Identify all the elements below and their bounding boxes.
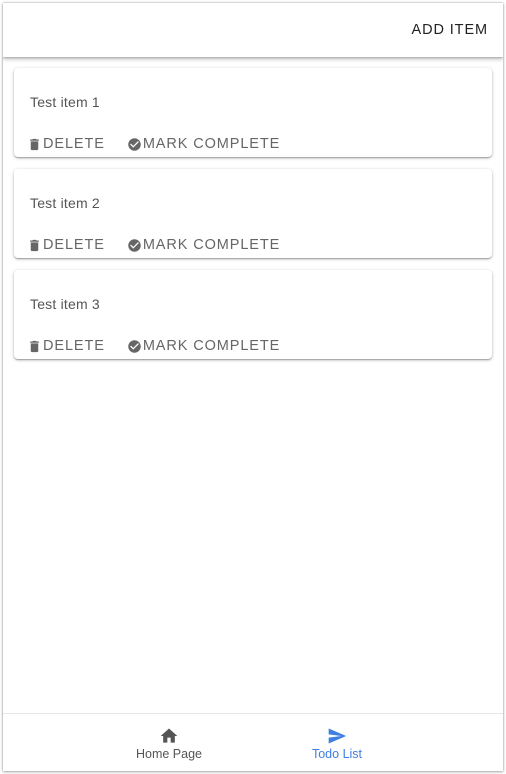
- home-icon: [159, 726, 179, 746]
- todo-item-text: Test item 1: [30, 94, 100, 110]
- app-window: ADD ITEM Test item 1 DELETE MARK COMPLET…: [3, 3, 503, 771]
- app-bar: ADD ITEM: [3, 3, 503, 57]
- nav-todo-label: Todo List: [311, 747, 363, 761]
- delete-label: DELETE: [43, 136, 105, 152]
- todo-card: Test item 1 DELETE MARK COMPLETE: [14, 68, 492, 157]
- delete-button[interactable]: DELETE: [27, 338, 105, 354]
- todo-list: Test item 1 DELETE MARK COMPLETE Test it…: [14, 68, 492, 371]
- todo-item-text: Test item 3: [30, 296, 100, 312]
- delete-button[interactable]: DELETE: [27, 136, 105, 152]
- todo-item-text: Test item 2: [30, 195, 100, 211]
- mark-complete-button[interactable]: MARK COMPLETE: [127, 237, 280, 253]
- todo-card: Test item 3 DELETE MARK COMPLETE: [14, 270, 492, 359]
- delete-button[interactable]: DELETE: [27, 237, 105, 253]
- mark-complete-label: MARK COMPLETE: [142, 237, 281, 253]
- check-circle-icon: [127, 339, 142, 354]
- todo-card: Test item 2 DELETE MARK COMPLETE: [14, 169, 492, 258]
- check-circle-icon: [127, 238, 142, 253]
- card-actions: DELETE MARK COMPLETE: [27, 234, 280, 256]
- nav-home-label: Home Page: [135, 747, 202, 761]
- add-item-button[interactable]: ADD ITEM: [412, 18, 488, 42]
- trash-icon: [27, 238, 42, 253]
- nav-home-page[interactable]: Home Page: [85, 714, 253, 771]
- delete-label: DELETE: [43, 338, 105, 354]
- card-actions: DELETE MARK COMPLETE: [27, 335, 280, 357]
- nav-todo-list[interactable]: Todo List: [253, 714, 421, 771]
- card-actions: DELETE MARK COMPLETE: [27, 133, 280, 155]
- mark-complete-label: MARK COMPLETE: [142, 338, 281, 354]
- trash-icon: [27, 339, 42, 354]
- mark-complete-button[interactable]: MARK COMPLETE: [127, 136, 280, 152]
- send-icon: [327, 726, 347, 746]
- bottom-navigation: Home Page Todo List: [3, 713, 503, 771]
- mark-complete-label: MARK COMPLETE: [142, 136, 281, 152]
- check-circle-icon: [127, 137, 142, 152]
- delete-label: DELETE: [43, 237, 105, 253]
- trash-icon: [27, 137, 42, 152]
- mark-complete-button[interactable]: MARK COMPLETE: [127, 338, 280, 354]
